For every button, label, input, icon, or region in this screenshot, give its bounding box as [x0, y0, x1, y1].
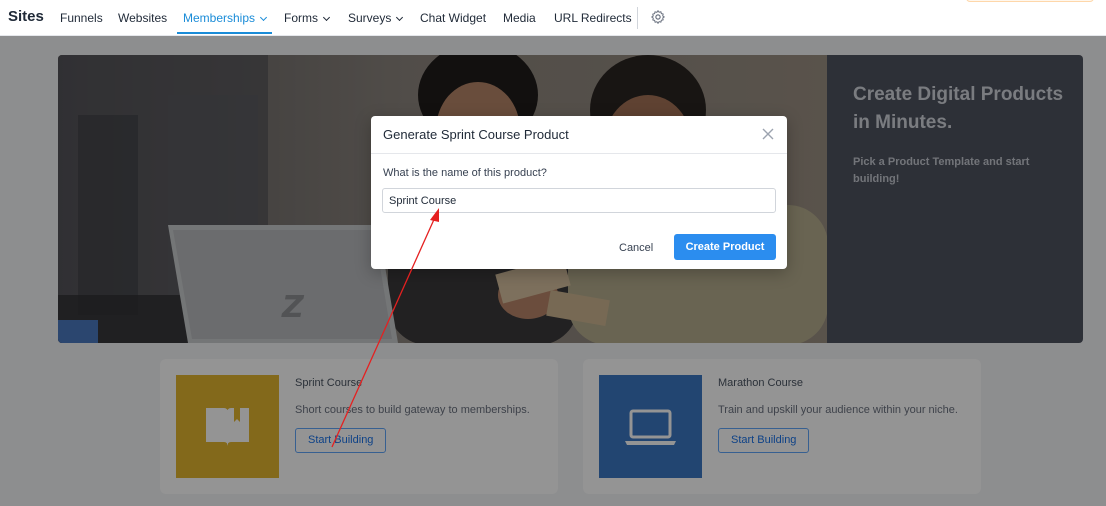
create-product-button[interactable]: Create Product [674, 234, 776, 260]
cancel-button[interactable]: Cancel [609, 235, 663, 260]
close-icon[interactable] [761, 127, 775, 141]
active-tab-indicator [177, 32, 272, 34]
modal-divider [371, 153, 787, 154]
nav-media[interactable]: Media [503, 11, 536, 25]
nav-memberships[interactable]: Memberships [183, 11, 268, 25]
nav-surveys[interactable]: Surveys [348, 11, 404, 25]
nav-divider [637, 7, 638, 29]
nav-url-redirects[interactable]: URL Redirects [554, 11, 632, 25]
top-right-button[interactable] [966, 0, 1094, 2]
chevron-down-icon [259, 13, 268, 22]
generate-product-modal: Generate Sprint Course Product What is t… [371, 116, 787, 269]
nav-forms[interactable]: Forms [284, 11, 331, 25]
chevron-down-icon [322, 13, 331, 22]
product-name-label: What is the name of this product? [383, 167, 547, 179]
nav-chat-widget[interactable]: Chat Widget [420, 11, 486, 25]
modal-backdrop[interactable] [0, 36, 1106, 506]
brand-title: Sites [8, 8, 44, 25]
chevron-down-icon [396, 13, 404, 22]
nav-websites[interactable]: Websites [118, 11, 167, 25]
top-navigation: Sites Funnels Websites Memberships Forms… [0, 0, 1106, 36]
product-name-input[interactable] [382, 188, 776, 213]
gear-icon[interactable] [650, 9, 666, 25]
modal-title: Generate Sprint Course Product [383, 127, 569, 142]
nav-funnels[interactable]: Funnels [60, 11, 103, 25]
